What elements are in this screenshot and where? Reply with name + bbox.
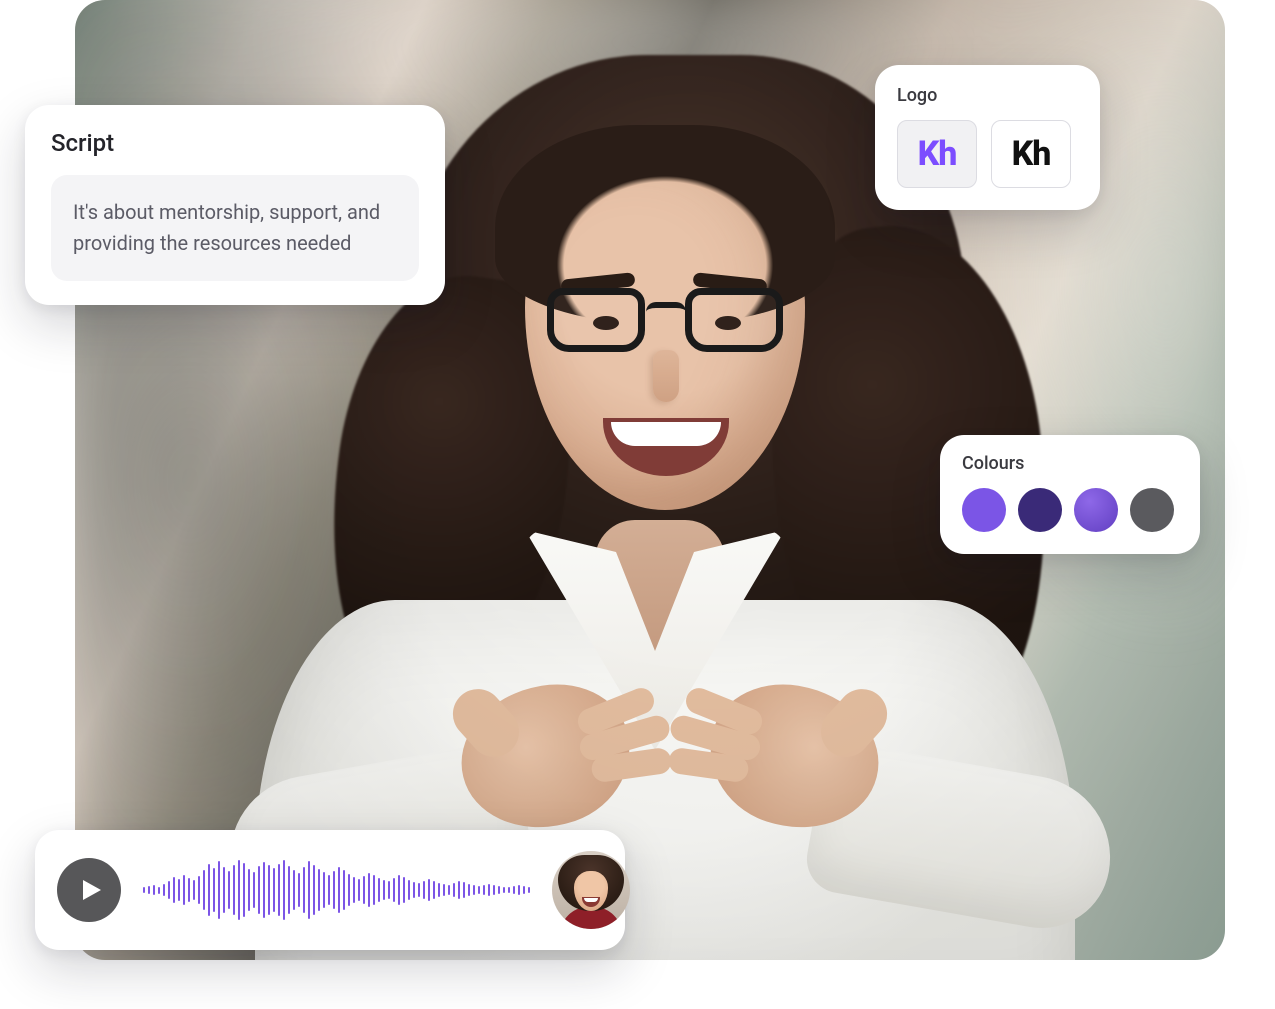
logo-options: Kh Kh	[897, 120, 1078, 188]
colour-swatch-4[interactable]	[1130, 488, 1174, 532]
logo-title: Logo	[897, 85, 1078, 106]
colour-swatch-3[interactable]	[1074, 488, 1118, 532]
colour-swatch-2[interactable]	[1018, 488, 1062, 532]
audio-waveform[interactable]	[143, 855, 530, 925]
audio-card	[35, 830, 625, 950]
play-button[interactable]	[57, 858, 121, 922]
logo-card: Logo Kh Kh	[875, 65, 1100, 210]
voice-avatar[interactable]	[552, 851, 630, 929]
script-card: Script It's about mentorship, support, a…	[25, 105, 445, 305]
colours-card: Colours	[940, 435, 1200, 554]
play-icon	[79, 878, 103, 902]
colour-swatch-1[interactable]	[962, 488, 1006, 532]
colour-swatches	[962, 488, 1178, 532]
colours-title: Colours	[962, 453, 1178, 474]
script-body-text[interactable]: It's about mentorship, support, and prov…	[51, 175, 419, 281]
script-title: Script	[51, 129, 419, 157]
logo-option-purple[interactable]: Kh	[897, 120, 977, 188]
logo-option-dark[interactable]: Kh	[991, 120, 1071, 188]
